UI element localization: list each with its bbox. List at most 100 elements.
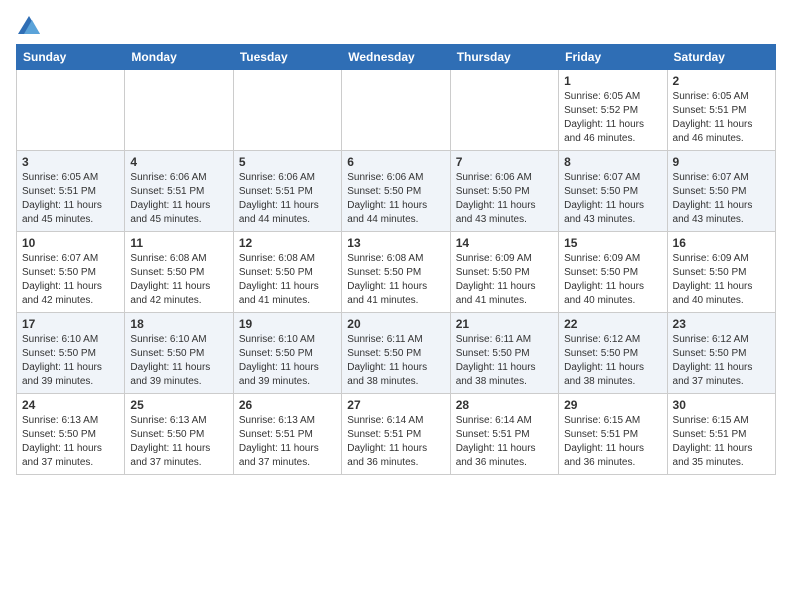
- calendar-cell: 14 Sunrise: 6:09 AMSunset: 5:50 PMDayligh…: [450, 232, 558, 313]
- day-number: 27: [347, 398, 444, 412]
- calendar-cell: 1 Sunrise: 6:05 AMSunset: 5:52 PMDaylight…: [559, 70, 667, 151]
- day-number: 23: [673, 317, 770, 331]
- calendar-cell: 8 Sunrise: 6:07 AMSunset: 5:50 PMDaylight…: [559, 151, 667, 232]
- day-info: Sunrise: 6:11 AMSunset: 5:50 PMDaylight:…: [347, 333, 444, 389]
- day-number: 7: [456, 155, 553, 169]
- day-info: Sunrise: 6:07 AMSunset: 5:50 PMDaylight:…: [673, 171, 770, 227]
- day-info: Sunrise: 6:05 AMSunset: 5:52 PMDaylight:…: [564, 90, 661, 146]
- calendar-cell: 18 Sunrise: 6:10 AMSunset: 5:50 PMDayligh…: [125, 313, 233, 394]
- day-info: Sunrise: 6:14 AMSunset: 5:51 PMDaylight:…: [347, 414, 444, 470]
- calendar-cell: 28 Sunrise: 6:14 AMSunset: 5:51 PMDayligh…: [450, 394, 558, 475]
- calendar-cell: [342, 70, 450, 151]
- calendar-cell: [125, 70, 233, 151]
- logo-text: [16, 16, 40, 34]
- day-info: Sunrise: 6:15 AMSunset: 5:51 PMDaylight:…: [564, 414, 661, 470]
- week-row-3: 10 Sunrise: 6:07 AMSunset: 5:50 PMDayligh…: [17, 232, 776, 313]
- calendar-cell: 15Sunrise: 6:09 AMSunset: 5:50 PMDayligh…: [559, 232, 667, 313]
- calendar-cell: 26 Sunrise: 6:13 AMSunset: 5:51 PMDayligh…: [233, 394, 341, 475]
- week-row-4: 17 Sunrise: 6:10 AMSunset: 5:50 PMDayligh…: [17, 313, 776, 394]
- calendar-cell: 13 Sunrise: 6:08 AMSunset: 5:50 PMDayligh…: [342, 232, 450, 313]
- day-info: Sunrise: 6:10 AMSunset: 5:50 PMDaylight:…: [130, 333, 227, 389]
- day-info: Sunrise: 6:15 AMSunset: 5:51 PMDaylight:…: [673, 414, 770, 470]
- day-info: Sunrise: 6:07 AMSunset: 5:50 PMDaylight:…: [22, 252, 119, 308]
- page: SundayMondayTuesdayWednesdayThursdayFrid…: [0, 0, 792, 483]
- day-info: Sunrise: 6:12 AMSunset: 5:50 PMDaylight:…: [673, 333, 770, 389]
- calendar-cell: 24 Sunrise: 6:13 AMSunset: 5:50 PMDayligh…: [17, 394, 125, 475]
- calendar-cell: 9 Sunrise: 6:07 AMSunset: 5:50 PMDaylight…: [667, 151, 775, 232]
- day-info: Sunrise: 6:13 AMSunset: 5:50 PMDaylight:…: [130, 414, 227, 470]
- calendar-cell: 4Sunrise: 6:06 AMSunset: 5:51 PMDaylight…: [125, 151, 233, 232]
- day-number: 8: [564, 155, 661, 169]
- calendar-cell: 22 Sunrise: 6:12 AMSunset: 5:50 PMDayligh…: [559, 313, 667, 394]
- calendar-cell: 2 Sunrise: 6:05 AMSunset: 5:51 PMDaylight…: [667, 70, 775, 151]
- day-number: 22: [564, 317, 661, 331]
- day-number: 1: [564, 74, 661, 88]
- day-number: 12: [239, 236, 336, 250]
- weekday-sunday: Sunday: [17, 45, 125, 70]
- day-info: Sunrise: 6:10 AMSunset: 5:50 PMDaylight:…: [22, 333, 119, 389]
- calendar-cell: [17, 70, 125, 151]
- day-info: Sunrise: 6:06 AMSunset: 5:51 PMDaylight:…: [239, 171, 336, 227]
- weekday-tuesday: Tuesday: [233, 45, 341, 70]
- calendar-cell: 21Sunrise: 6:11 AMSunset: 5:50 PMDayligh…: [450, 313, 558, 394]
- day-number: 19: [239, 317, 336, 331]
- day-info: Sunrise: 6:09 AMSunset: 5:50 PMDaylight:…: [456, 252, 553, 308]
- day-info: Sunrise: 6:07 AMSunset: 5:50 PMDaylight:…: [564, 171, 661, 227]
- calendar-cell: [450, 70, 558, 151]
- day-number: 30: [673, 398, 770, 412]
- week-row-2: 3 Sunrise: 6:05 AMSunset: 5:51 PMDaylight…: [17, 151, 776, 232]
- day-info: Sunrise: 6:12 AMSunset: 5:50 PMDaylight:…: [564, 333, 661, 389]
- calendar-cell: 10 Sunrise: 6:07 AMSunset: 5:50 PMDayligh…: [17, 232, 125, 313]
- calendar-cell: 12Sunrise: 6:08 AMSunset: 5:50 PMDayligh…: [233, 232, 341, 313]
- calendar-cell: 11 Sunrise: 6:08 AMSunset: 5:50 PMDayligh…: [125, 232, 233, 313]
- week-row-5: 24 Sunrise: 6:13 AMSunset: 5:50 PMDayligh…: [17, 394, 776, 475]
- calendar-cell: 30 Sunrise: 6:15 AMSunset: 5:51 PMDayligh…: [667, 394, 775, 475]
- day-number: 14: [456, 236, 553, 250]
- calendar-cell: 20 Sunrise: 6:11 AMSunset: 5:50 PMDayligh…: [342, 313, 450, 394]
- calendar: SundayMondayTuesdayWednesdayThursdayFrid…: [16, 44, 776, 475]
- day-number: 18: [130, 317, 227, 331]
- calendar-cell: 25Sunrise: 6:13 AMSunset: 5:50 PMDayligh…: [125, 394, 233, 475]
- day-info: Sunrise: 6:05 AMSunset: 5:51 PMDaylight:…: [673, 90, 770, 146]
- day-number: 13: [347, 236, 444, 250]
- day-number: 17: [22, 317, 119, 331]
- day-number: 28: [456, 398, 553, 412]
- calendar-cell: 27 Sunrise: 6:14 AMSunset: 5:51 PMDayligh…: [342, 394, 450, 475]
- day-info: Sunrise: 6:13 AMSunset: 5:50 PMDaylight:…: [22, 414, 119, 470]
- day-number: 21: [456, 317, 553, 331]
- calendar-cell: 5 Sunrise: 6:06 AMSunset: 5:51 PMDaylight…: [233, 151, 341, 232]
- day-number: 20: [347, 317, 444, 331]
- day-info: Sunrise: 6:06 AMSunset: 5:50 PMDaylight:…: [456, 171, 553, 227]
- calendar-cell: [233, 70, 341, 151]
- day-info: Sunrise: 6:09 AMSunset: 5:50 PMDaylight:…: [673, 252, 770, 308]
- calendar-cell: 16 Sunrise: 6:09 AMSunset: 5:50 PMDayligh…: [667, 232, 775, 313]
- day-number: 5: [239, 155, 336, 169]
- weekday-monday: Monday: [125, 45, 233, 70]
- logo: [16, 16, 40, 34]
- day-number: 3: [22, 155, 119, 169]
- day-number: 29: [564, 398, 661, 412]
- calendar-cell: 29 Sunrise: 6:15 AMSunset: 5:51 PMDayligh…: [559, 394, 667, 475]
- day-number: 15: [564, 236, 661, 250]
- day-info: Sunrise: 6:08 AMSunset: 5:50 PMDaylight:…: [347, 252, 444, 308]
- day-info: Sunrise: 6:06 AMSunset: 5:51 PMDaylight:…: [130, 171, 227, 227]
- day-number: 6: [347, 155, 444, 169]
- weekday-header-row: SundayMondayTuesdayWednesdayThursdayFrid…: [17, 45, 776, 70]
- day-number: 9: [673, 155, 770, 169]
- calendar-cell: 19Sunrise: 6:10 AMSunset: 5:50 PMDayligh…: [233, 313, 341, 394]
- day-number: 11: [130, 236, 227, 250]
- day-number: 10: [22, 236, 119, 250]
- day-number: 2: [673, 74, 770, 88]
- day-number: 26: [239, 398, 336, 412]
- weekday-friday: Friday: [559, 45, 667, 70]
- day-info: Sunrise: 6:05 AMSunset: 5:51 PMDaylight:…: [22, 171, 119, 227]
- day-number: 24: [22, 398, 119, 412]
- calendar-cell: 3 Sunrise: 6:05 AMSunset: 5:51 PMDaylight…: [17, 151, 125, 232]
- day-info: Sunrise: 6:13 AMSunset: 5:51 PMDaylight:…: [239, 414, 336, 470]
- calendar-cell: 7 Sunrise: 6:06 AMSunset: 5:50 PMDaylight…: [450, 151, 558, 232]
- header: [16, 16, 776, 34]
- day-info: Sunrise: 6:08 AMSunset: 5:50 PMDaylight:…: [130, 252, 227, 308]
- day-number: 16: [673, 236, 770, 250]
- day-info: Sunrise: 6:14 AMSunset: 5:51 PMDaylight:…: [456, 414, 553, 470]
- weekday-wednesday: Wednesday: [342, 45, 450, 70]
